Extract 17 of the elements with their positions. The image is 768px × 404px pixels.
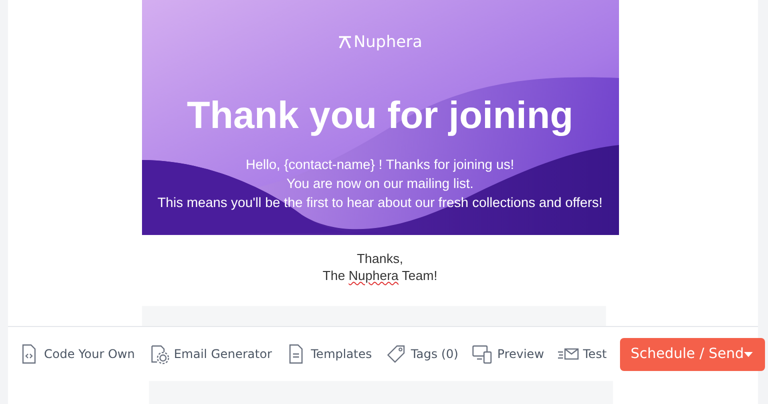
toolbar-button[interactable]: Preview (471, 343, 552, 366)
toolbar-button[interactable]: Tags (0) (384, 343, 466, 366)
logo-text: Nuphera (354, 32, 422, 51)
headline: Thank you for joining (186, 95, 574, 138)
banner-text: You are now on our mailing list. (286, 175, 474, 192)
signoff-text: The Nuphera Team! (322, 268, 438, 283)
toolbar-button[interactable]: Email Generator (148, 343, 279, 366)
caret-icon (744, 352, 753, 357)
toolbar-button[interactable]: Test (557, 343, 614, 366)
banner-text: Hello, {contact-name} ! Thanks for joining us! (246, 156, 514, 173)
toolbar-button[interactable]: Code Your Own (18, 343, 142, 366)
tag-icon (384, 343, 407, 366)
devices-icon (471, 343, 494, 366)
signoff-text: Thanks, (356, 251, 404, 266)
banner-text: This means you'll be the first to hear about our fresh collections and offers! (157, 194, 603, 211)
logo-icon (338, 34, 352, 48)
toolbar-button[interactable]: Templates (284, 343, 379, 366)
